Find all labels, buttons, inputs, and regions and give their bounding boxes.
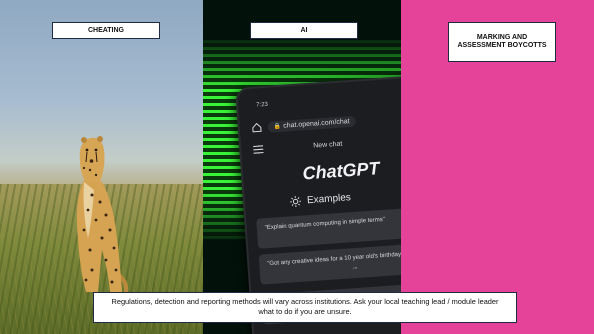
- example-prompt-2[interactable]: "Got any creative ideas for a 10 year ol…: [258, 241, 401, 285]
- slide: 7:23 🔒 chat.openai.com/chat New chat Cha…: [0, 0, 594, 334]
- cheating-label: CHEATING: [52, 22, 160, 39]
- browser-url-bar[interactable]: 🔒 chat.openai.com/chat: [251, 106, 401, 137]
- home-icon[interactable]: [251, 122, 262, 133]
- cheetah-photo: [0, 0, 203, 334]
- ai-photo: 7:23 🔒 chat.openai.com/chat New chat Cha…: [203, 0, 401, 334]
- phone-time: 7:23: [256, 101, 269, 109]
- sun-icon: [290, 196, 302, 208]
- cheetah-image: [76, 136, 129, 299]
- chatgpt-brand-title: ChatGPT: [301, 158, 381, 184]
- marking-label: MARKING AND ASSESSMENT BOYCOTTS: [448, 22, 556, 62]
- url-text[interactable]: 🔒 chat.openai.com/chat: [267, 115, 356, 133]
- menu-icon[interactable]: [253, 145, 264, 154]
- lock-icon: 🔒: [273, 123, 282, 130]
- notice-text: Regulations, detection and reporting met…: [93, 292, 517, 323]
- examples-heading: Examples: [290, 192, 351, 208]
- example-prompt-1[interactable]: "Explain quantum computing in simple ter…: [256, 205, 401, 249]
- new-chat-title: New chat: [312, 140, 343, 150]
- ai-label: AI: [250, 22, 358, 39]
